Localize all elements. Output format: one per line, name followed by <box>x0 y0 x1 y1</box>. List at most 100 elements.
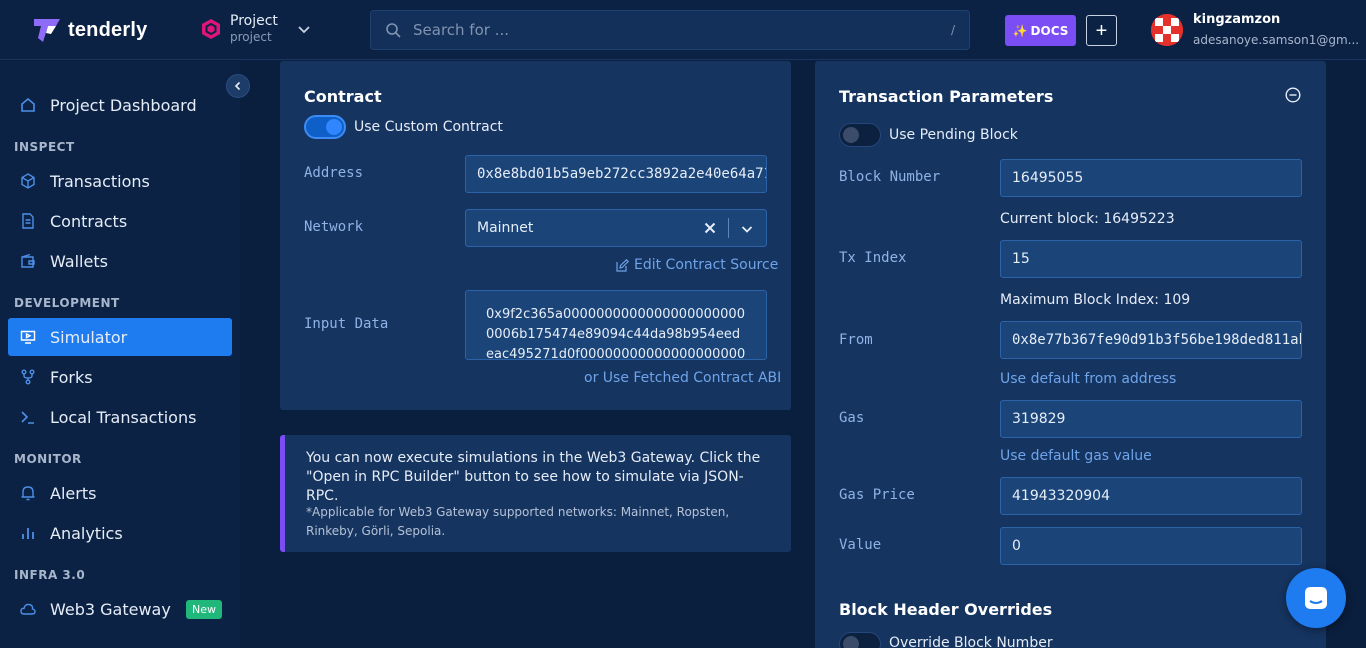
chat-launcher-button[interactable] <box>1286 568 1346 628</box>
chat-icon <box>1305 587 1327 609</box>
wallet-icon <box>21 253 35 268</box>
sidebar-item-label: Simulator <box>50 327 128 347</box>
sidebar-item-local-transactions[interactable]: Local Transactions <box>8 398 232 436</box>
network-label: Network <box>304 219 364 235</box>
sidebar-item-label: Web3 Gateway <box>50 599 171 619</box>
select-divider <box>728 218 729 238</box>
sidebar-item-label: Wallets <box>50 251 108 271</box>
section-label-monitor: MONITOR <box>14 452 82 466</box>
tx-index-label: Tx Index <box>839 250 907 266</box>
sidebar-item-analytics[interactable]: Analytics <box>8 514 232 552</box>
value-label: Value <box>839 537 882 553</box>
logo-text: tenderly <box>68 18 148 41</box>
top-header: tenderly Project project / ✨ DOCS + <box>0 0 1366 60</box>
network-select[interactable]: Mainnet <box>465 209 767 247</box>
sidebar-item-label: Project Dashboard <box>50 95 197 115</box>
tenderly-logo-icon <box>34 19 60 42</box>
sidebar-item-label: Alerts <box>50 483 97 503</box>
use-default-gas-link[interactable]: Use default gas value <box>1000 448 1152 464</box>
chevron-left-icon <box>234 81 241 91</box>
user-email: adesanoye.samson1@gm... <box>1193 33 1360 47</box>
edit-contract-source-label: Edit Contract Source <box>634 257 779 273</box>
sidebar-item-label: Transactions <box>50 171 150 191</box>
docs-label: DOCS <box>1030 23 1069 38</box>
tenderly-logo[interactable]: tenderly <box>32 16 147 44</box>
custom-contract-toggle-label: Use Custom Contract <box>354 119 503 135</box>
search-bar[interactable]: / <box>370 10 970 50</box>
override-block-number-toggle[interactable] <box>839 632 881 648</box>
sidebar-item-web3-gateway[interactable]: Web3 Gateway New <box>8 590 232 628</box>
gas-field[interactable]: 319829 <box>1000 400 1302 438</box>
use-fetched-abi-link[interactable]: or Use Fetched Contract ABI <box>584 370 781 386</box>
info-sub-text: *Applicable for Web3 Gateway supported n… <box>306 505 730 538</box>
info-main-text: You can now execute simulations in the W… <box>306 450 761 504</box>
chevron-down-icon[interactable] <box>740 222 754 236</box>
section-label-infra: INFRA 3.0 <box>14 568 86 582</box>
project-slug: project <box>230 30 272 44</box>
monitor-play-icon <box>20 330 36 344</box>
avatar[interactable] <box>1151 14 1183 46</box>
collapse-sidebar-button[interactable] <box>226 74 250 98</box>
sidebar-item-contracts[interactable]: Contracts <box>8 202 232 240</box>
max-block-index-hint: Maximum Block Index: 109 <box>1000 292 1191 308</box>
sidebar-item-alerts[interactable]: Alerts <box>8 474 232 512</box>
pending-block-toggle-label: Use Pending Block <box>889 127 1018 143</box>
pending-block-toggle[interactable] <box>839 123 881 147</box>
add-button[interactable]: + <box>1086 15 1117 46</box>
sidebar-item-project-dashboard[interactable]: Project Dashboard <box>8 86 232 124</box>
search-input[interactable] <box>413 21 951 39</box>
search-shortcut-hint: / <box>950 23 955 37</box>
gas-price-field[interactable]: 41943320904 <box>1000 477 1302 515</box>
override-block-number-label: Override Block Number <box>889 635 1053 648</box>
web3-gateway-info-banner: You can now execute simulations in the W… <box>280 435 791 552</box>
bar-chart-icon <box>22 528 34 539</box>
bell-icon <box>21 486 35 501</box>
transaction-parameters-card: Transaction Parameters Use Pending Block… <box>815 61 1326 648</box>
edit-contract-source-link[interactable]: Edit Contract Source <box>616 257 778 273</box>
from-label: From <box>839 332 873 348</box>
new-badge: New <box>186 599 222 619</box>
avatar-pattern-icon <box>1151 14 1183 46</box>
user-name[interactable]: kingzamzon <box>1193 12 1280 27</box>
sidebar: Project Dashboard INSPECT Transactions C… <box>0 61 240 648</box>
sidebar-item-simulator[interactable]: Simulator <box>8 318 232 356</box>
section-label-development: DEVELOPMENT <box>14 296 120 310</box>
address-field[interactable]: 0x8e8bd01b5a9eb272cc3892a2e40e64a716aa2a… <box>465 155 767 193</box>
section-label-inspect: INSPECT <box>14 140 75 154</box>
clear-icon[interactable] <box>704 222 716 234</box>
cloud-icon <box>20 603 36 615</box>
use-default-from-link[interactable]: Use default from address <box>1000 371 1176 387</box>
network-selected-value: Mainnet <box>477 220 534 236</box>
input-data-label: Input Data <box>304 316 389 332</box>
search-icon <box>386 23 401 38</box>
gas-price-label: Gas Price <box>839 487 915 503</box>
sidebar-item-wallets[interactable]: Wallets <box>8 242 232 280</box>
block-number-label: Block Number <box>839 169 941 185</box>
sidebar-item-label: Analytics <box>50 523 123 543</box>
collapse-circle-icon[interactable] <box>1285 87 1301 103</box>
transaction-parameters-title: Transaction Parameters <box>839 87 1054 106</box>
custom-contract-toggle[interactable] <box>304 115 346 139</box>
git-fork-icon <box>21 369 35 385</box>
cube-icon <box>21 173 35 189</box>
address-label: Address <box>304 165 364 181</box>
contract-card: Contract Use Custom Contract Address 0x8… <box>280 61 791 410</box>
document-icon <box>22 213 34 229</box>
project-name: Project <box>230 13 278 29</box>
block-number-field[interactable]: 16495055 <box>1000 159 1302 197</box>
input-data-field[interactable]: 0x9f2c365a00000000000000000000000006b175… <box>465 290 767 360</box>
docs-button[interactable]: ✨ DOCS <box>1005 15 1076 46</box>
terminal-icon <box>21 411 34 424</box>
tx-index-field[interactable]: 15 <box>1000 240 1302 278</box>
sidebar-item-transactions[interactable]: Transactions <box>8 162 232 200</box>
sidebar-item-forks[interactable]: Forks <box>8 358 232 396</box>
chevron-down-icon <box>298 25 310 33</box>
project-selector[interactable]: Project project <box>200 12 312 45</box>
block-header-overrides-title: Block Header Overrides <box>839 600 1053 619</box>
project-hexagon-icon <box>202 18 220 39</box>
home-icon <box>21 97 35 112</box>
from-field[interactable]: 0x8e77b367fe90d91b3f56be198ded811ab4c7c9… <box>1000 321 1302 359</box>
current-block-hint: Current block: 16495223 <box>1000 211 1175 227</box>
value-field[interactable]: 0 <box>1000 527 1302 565</box>
sidebar-item-label: Forks <box>50 367 93 387</box>
